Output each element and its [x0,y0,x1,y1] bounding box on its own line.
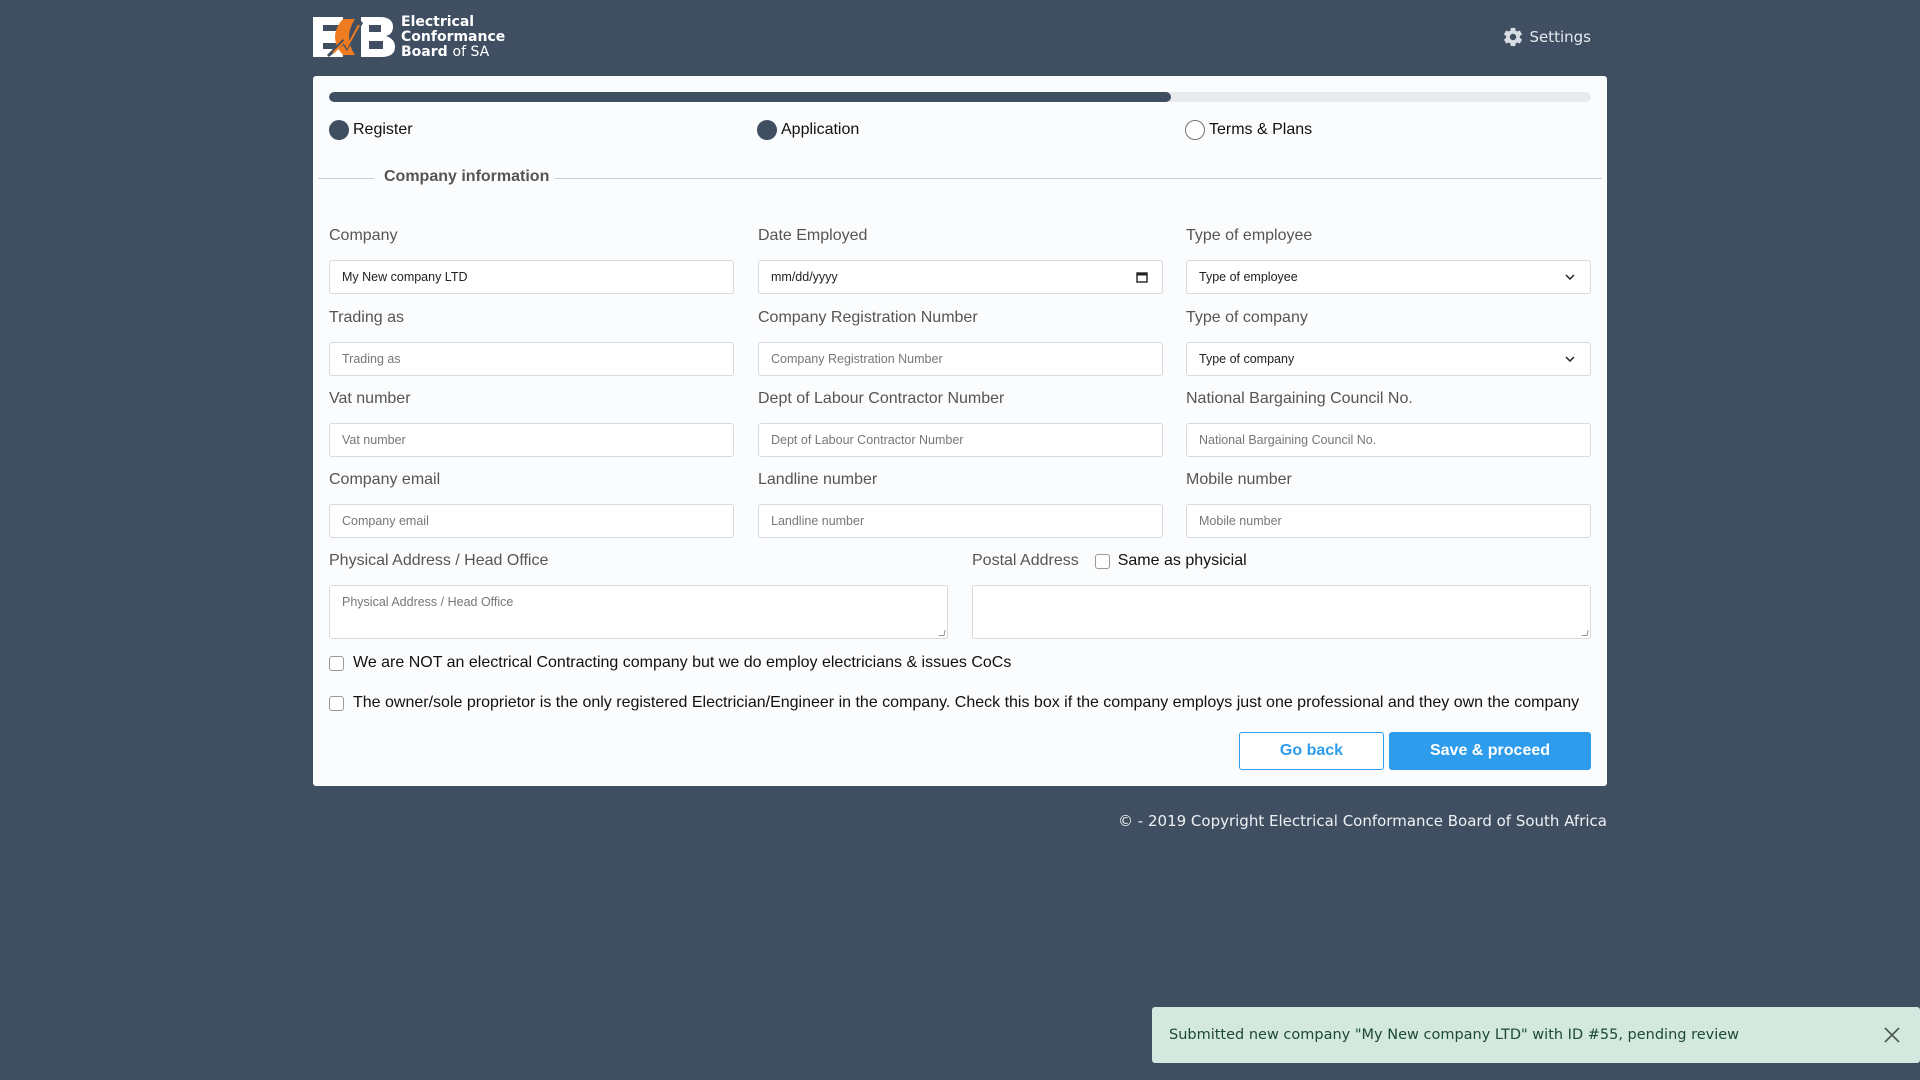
sole-proprietor-option[interactable]: The owner/sole proprietor is the only re… [329,694,1579,712]
resize-handle-icon[interactable] [938,630,946,636]
trading-as-label: Trading as [329,309,404,326]
chevron-down-icon [1565,356,1575,363]
not-contracting-label: We are NOT an electrical Contracting com… [353,654,1012,671]
company-registration-field: Company Registration Number Company Regi… [758,308,1163,376]
nbc-label: National Bargaining Council No. [1186,390,1413,407]
vat-number-label: Vat number [329,390,411,407]
postal-address-field: Postal Address Same as physicial [972,551,1591,639]
settings-link[interactable]: Settings [1502,26,1591,48]
divider [555,178,1602,179]
company-email-input[interactable]: Company email [329,504,734,538]
step-application[interactable]: Application [757,120,859,140]
physical-address-textarea[interactable]: Physical Address / Head Office [329,585,948,639]
trading-as-field: Trading as Trading as [329,308,734,376]
go-back-button[interactable]: Go back [1239,732,1384,770]
company-email-field: Company email Company email [329,470,734,538]
postal-address-label: Postal Address [972,552,1079,569]
chevron-down-icon [1565,274,1575,281]
company-label: Company [329,227,398,244]
copyright-footer: © - 2019 Copyright Electrical Conformanc… [1118,812,1607,830]
nbc-field: National Bargaining Council No. National… [1186,389,1591,457]
step-register[interactable]: Register [329,120,413,140]
mobile-input[interactable]: Mobile number [1186,504,1591,538]
type-of-company-label: Type of company [1186,309,1308,326]
company-registration-label: Company Registration Number [758,309,978,326]
type-of-company-field: Type of company Type of company [1186,308,1591,376]
registration-card: Register Application Terms & Plans Compa… [313,76,1607,786]
gear-icon [1504,27,1523,47]
calendar-icon[interactable] [1136,271,1148,283]
mobile-label: Mobile number [1186,471,1292,488]
trading-as-input[interactable]: Trading as [329,342,734,376]
step-done-icon [329,120,349,140]
ecb-logo-mark-icon [313,17,395,57]
top-bar: Electrical Conformance Board of SA Setti… [313,14,1607,60]
vat-number-field: Vat number Vat number [329,389,734,457]
resize-handle-icon[interactable] [1581,630,1589,636]
type-of-employee-label: Type of employee [1186,227,1313,244]
type-of-employee-field: Type of employee Type of employee [1186,226,1591,294]
progress-bar [329,92,1591,102]
step-terms-plans[interactable]: Terms & Plans [1185,120,1312,140]
type-of-employee-select[interactable]: Type of employee [1186,260,1591,294]
date-employed-field: Date Employed mm/dd/yyyy [758,226,1163,294]
company-email-label: Company email [329,471,441,488]
vat-number-input[interactable]: Vat number [329,423,734,457]
step-indicator: Register Application Terms & Plans [329,120,1591,144]
company-field: Company My New company LTD [329,226,734,294]
logo-text: Electrical Conformance Board of SA [401,13,506,60]
close-icon[interactable] [1882,1025,1902,1045]
save-proceed-button[interactable]: Save & proceed [1389,732,1591,770]
notification-toast: Submitted new company "My New company LT… [1152,1007,1920,1063]
ecb-logo[interactable]: Electrical Conformance Board of SA [313,14,505,60]
mobile-field: Mobile number Mobile number [1186,470,1591,538]
step-pending-icon [1185,120,1205,140]
dol-contractor-label: Dept of Labour Contractor Number [758,390,1005,407]
settings-label: Settings [1529,28,1591,46]
toast-message: Submitted new company "My New company LT… [1169,1027,1740,1043]
dol-contractor-field: Dept of Labour Contractor Number Dept of… [758,389,1163,457]
section-title: Company information [384,168,550,185]
date-employed-input[interactable]: mm/dd/yyyy [758,260,1163,294]
same-as-physical-label[interactable]: Same as physicial [1118,552,1247,570]
not-contracting-checkbox[interactable] [329,655,344,671]
landline-field: Landline number Landline number [758,470,1163,538]
not-contracting-option[interactable]: We are NOT an electrical Contracting com… [329,654,1011,672]
type-of-company-select[interactable]: Type of company [1186,342,1591,376]
dol-contractor-input[interactable]: Dept of Labour Contractor Number [758,423,1163,457]
date-employed-label: Date Employed [758,227,868,244]
nbc-input[interactable]: National Bargaining Council No. [1186,423,1591,457]
progress-fill [329,92,1171,102]
same-as-physical-checkbox[interactable] [1094,553,1110,569]
step-done-icon [757,120,777,140]
divider [318,178,374,179]
section-company-information: Company information [318,166,1602,190]
landline-input[interactable]: Landline number [758,504,1163,538]
sole-proprietor-label: The owner/sole proprietor is the only re… [353,694,1580,711]
company-input[interactable]: My New company LTD [329,260,734,294]
physical-address-field: Physical Address / Head Office Physical … [329,551,948,639]
sole-proprietor-checkbox[interactable] [329,695,344,711]
physical-address-label: Physical Address / Head Office [329,552,549,569]
company-registration-input[interactable]: Company Registration Number [758,342,1163,376]
landline-label: Landline number [758,471,878,488]
postal-address-textarea[interactable] [972,585,1591,639]
